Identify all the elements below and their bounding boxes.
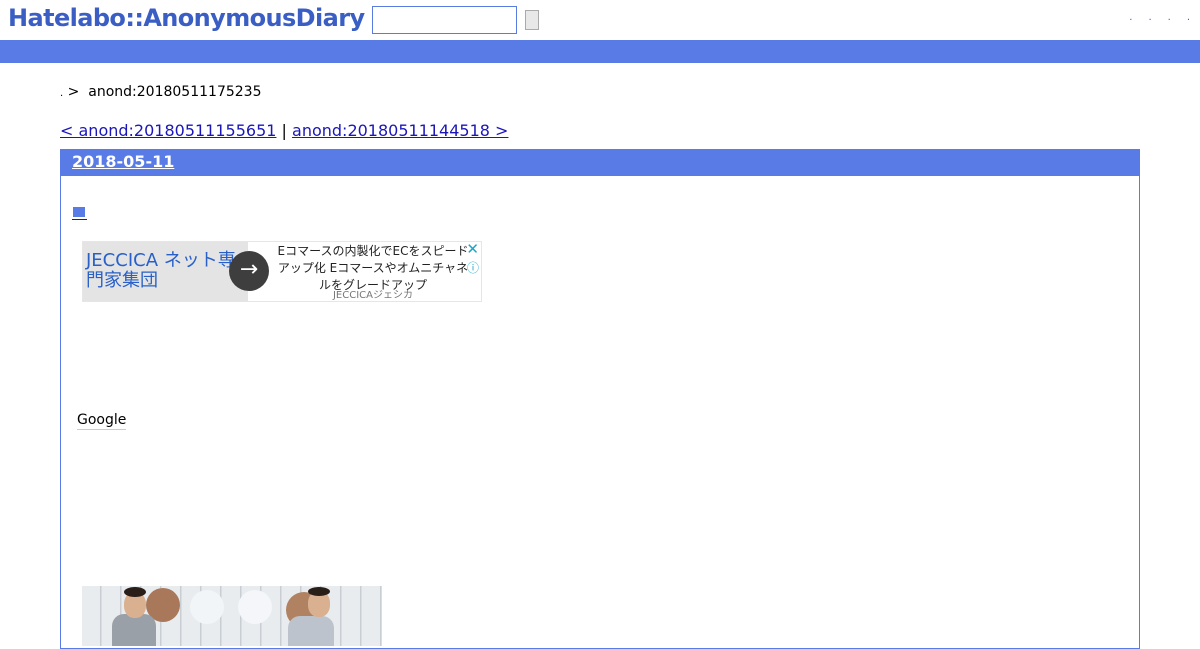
ad-banner[interactable]: JECCICA ネット専門家集団 → Eコマースの内製化でECをスピードアップ化… bbox=[82, 240, 482, 302]
info-icon[interactable]: ⓘ bbox=[467, 259, 479, 276]
pager-separator: | bbox=[281, 121, 287, 140]
header-link-1[interactable]: . bbox=[1129, 12, 1132, 23]
breadcrumb-separator: > bbox=[67, 84, 80, 100]
site-header: Hatelabo::AnonymousDiary . . . . bbox=[0, 0, 1200, 40]
square-icon bbox=[73, 207, 85, 217]
prev-entry-link[interactable]: < anond:20180511155651 bbox=[60, 121, 276, 140]
header-link-2[interactable]: . bbox=[1148, 12, 1151, 23]
entry-permalink[interactable] bbox=[72, 206, 87, 220]
search-button[interactable] bbox=[525, 10, 539, 30]
close-icon[interactable]: ✕ bbox=[466, 240, 479, 258]
search-input[interactable] bbox=[372, 6, 517, 34]
ad-photo[interactable] bbox=[82, 586, 382, 646]
ad-source[interactable]: JECCICAジェシカ bbox=[273, 286, 473, 301]
google-label: Google bbox=[77, 412, 127, 430]
arrow-right-icon[interactable]: → bbox=[229, 251, 269, 291]
header-links: . . . . bbox=[1113, 12, 1190, 23]
day-header: 2018-05-11 bbox=[61, 149, 1139, 176]
breadcrumb-current: anond:20180511175235 bbox=[88, 84, 262, 100]
header-bar bbox=[0, 40, 1200, 63]
breadcrumb: . > anond:20180511175235 bbox=[60, 84, 261, 100]
header-link-3[interactable]: . bbox=[1168, 12, 1171, 23]
breadcrumb-home-link[interactable]: . bbox=[60, 88, 63, 99]
header-link-4[interactable]: . bbox=[1187, 12, 1190, 23]
entry-pager: < anond:20180511155651 | anond:201805111… bbox=[60, 121, 508, 140]
site-logo[interactable]: Hatelabo::AnonymousDiary bbox=[8, 4, 365, 32]
day-date-link[interactable]: 2018-05-11 bbox=[72, 152, 174, 171]
day-section: 2018-05-11 JECCICA ネット専門家集団 → Eコマースの内製化で… bbox=[60, 149, 1140, 649]
ad-headline[interactable]: JECCICA ネット専門家集団 bbox=[83, 242, 248, 301]
next-entry-link[interactable]: anond:20180511144518 > bbox=[292, 121, 508, 140]
